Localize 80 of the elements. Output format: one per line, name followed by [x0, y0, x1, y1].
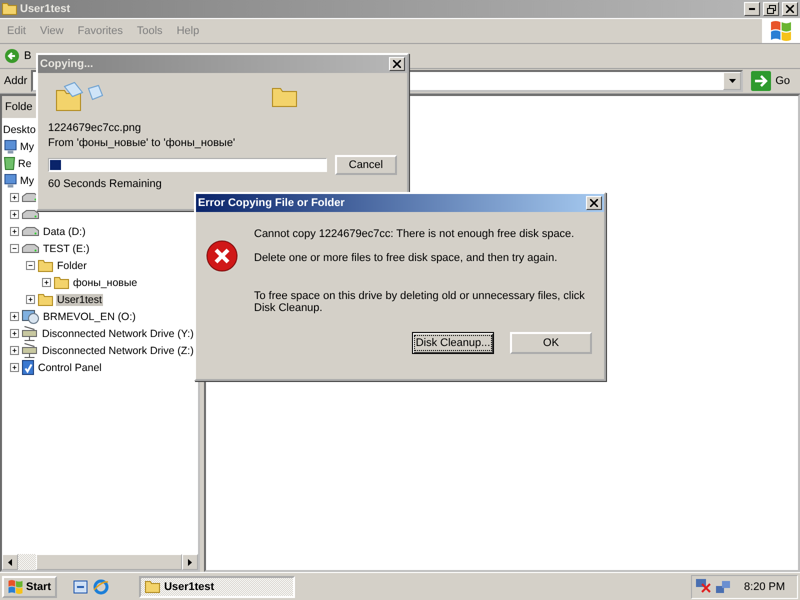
file-name: 1224679ec7cc.png: [48, 122, 142, 134]
scrollbar-thumb[interactable]: [36, 554, 182, 570]
close-icon: [786, 5, 794, 13]
tree-item[interactable]: User1test: [56, 294, 103, 306]
collapse-icon[interactable]: [26, 261, 35, 270]
dialog-button[interactable]: Disk Cleanup...: [412, 332, 494, 354]
dialog-button[interactable]: OK: [510, 332, 592, 354]
expand-icon[interactable]: [10, 346, 19, 355]
recycle-bin-icon: [4, 157, 15, 170]
expand-icon[interactable]: [10, 193, 19, 202]
browser-icon[interactable]: [93, 578, 110, 594]
start-button[interactable]: Start: [2, 576, 58, 598]
folder-icon: [145, 580, 160, 592]
tree-item[interactable]: Folder: [56, 260, 88, 272]
computer-icon: [4, 140, 17, 154]
tree-item[interactable]: BRMEVOL_EN (O:): [42, 310, 137, 322]
windows-logo-icon: [770, 21, 792, 41]
go-button[interactable]: Go: [747, 71, 800, 91]
folder-icon: [272, 88, 297, 106]
tree-item[interactable]: Data (D:): [42, 226, 87, 238]
right-arrow-icon: [188, 558, 192, 566]
network-disconnected-icon[interactable]: [696, 579, 712, 594]
drive-icon: [22, 244, 39, 253]
network-drive-icon: [22, 326, 38, 341]
disc-drive-icon: [22, 310, 39, 324]
drive-icon: [22, 227, 39, 236]
folder-icon: [38, 260, 53, 272]
desktop-shortcut-icon[interactable]: [73, 578, 90, 594]
expand-icon[interactable]: [10, 312, 19, 321]
window-title: Copying...: [40, 58, 94, 70]
minimize-icon: [749, 8, 755, 10]
tree-item[interactable]: Deskto: [2, 124, 37, 136]
window-title: Error Copying File or Folder: [198, 197, 346, 209]
expand-icon[interactable]: [26, 295, 35, 304]
taskbar-button[interactable]: User1test: [139, 576, 296, 598]
tree-item[interactable]: Control Panel: [37, 362, 103, 374]
error-message: To free space on this drive by deleting old or unnecessary files, click Disk Cleanup.: [254, 290, 586, 314]
pane-title: Folde: [5, 101, 33, 113]
scroll-right-button[interactable]: [182, 554, 198, 570]
expand-icon[interactable]: [10, 210, 19, 219]
back-label[interactable]: B: [24, 50, 32, 62]
left-arrow-icon: [8, 558, 12, 566]
tree-item[interactable]: Re: [17, 158, 32, 170]
cancel-button[interactable]: Cancel: [334, 155, 397, 175]
error-message: Cannot copy 1224679ec7cc: There is not enough free disk space.: [254, 228, 576, 240]
caret-icon: [728, 79, 736, 83]
expand-icon[interactable]: [10, 227, 19, 236]
tree-item[interactable]: My: [19, 174, 35, 186]
restore-icon: [766, 4, 776, 14]
control-panel-icon: [22, 360, 34, 375]
tree-item[interactable]: фоны_новые: [72, 276, 138, 288]
tree-item[interactable]: TEST (E:): [42, 242, 90, 254]
dropdown-button[interactable]: [723, 72, 742, 90]
copy-source-text: From 'фоны_новые' to 'фоны_новые': [48, 137, 236, 149]
network-drive-icon: [22, 343, 38, 358]
window-title: User1test: [20, 3, 72, 15]
expand-icon[interactable]: [10, 329, 19, 338]
folder-icon: [54, 276, 69, 288]
close-button[interactable]: [586, 196, 602, 210]
network-icon[interactable]: [716, 580, 730, 592]
folder-icon: [38, 294, 53, 306]
computer-icon: [4, 174, 17, 188]
flying-document-icon: [56, 82, 106, 112]
error-message: Delete one or more files to free disk space, and then try again.: [254, 252, 558, 264]
close-icon: [590, 199, 598, 207]
collapse-icon[interactable]: [10, 244, 19, 253]
tree-item[interactable]: Disconnected Network Drive (Z:): [41, 344, 195, 356]
clock: 8:20 PM: [744, 580, 785, 592]
address-label: Addr: [4, 75, 28, 87]
folder-icon: [2, 3, 17, 15]
windows-logo-icon: [8, 580, 23, 594]
expand-icon[interactable]: [10, 363, 19, 372]
expand-icon[interactable]: [42, 278, 51, 287]
tree-item[interactable]: My: [19, 140, 35, 152]
back-icon[interactable]: [4, 48, 20, 64]
scroll-left-button[interactable]: [2, 554, 18, 570]
close-icon: [393, 60, 401, 68]
time-remaining: 60 Seconds Remaining: [48, 178, 163, 190]
tree-item[interactable]: Disconnected Network Drive (Y:): [41, 328, 195, 340]
error-icon: [206, 240, 238, 272]
